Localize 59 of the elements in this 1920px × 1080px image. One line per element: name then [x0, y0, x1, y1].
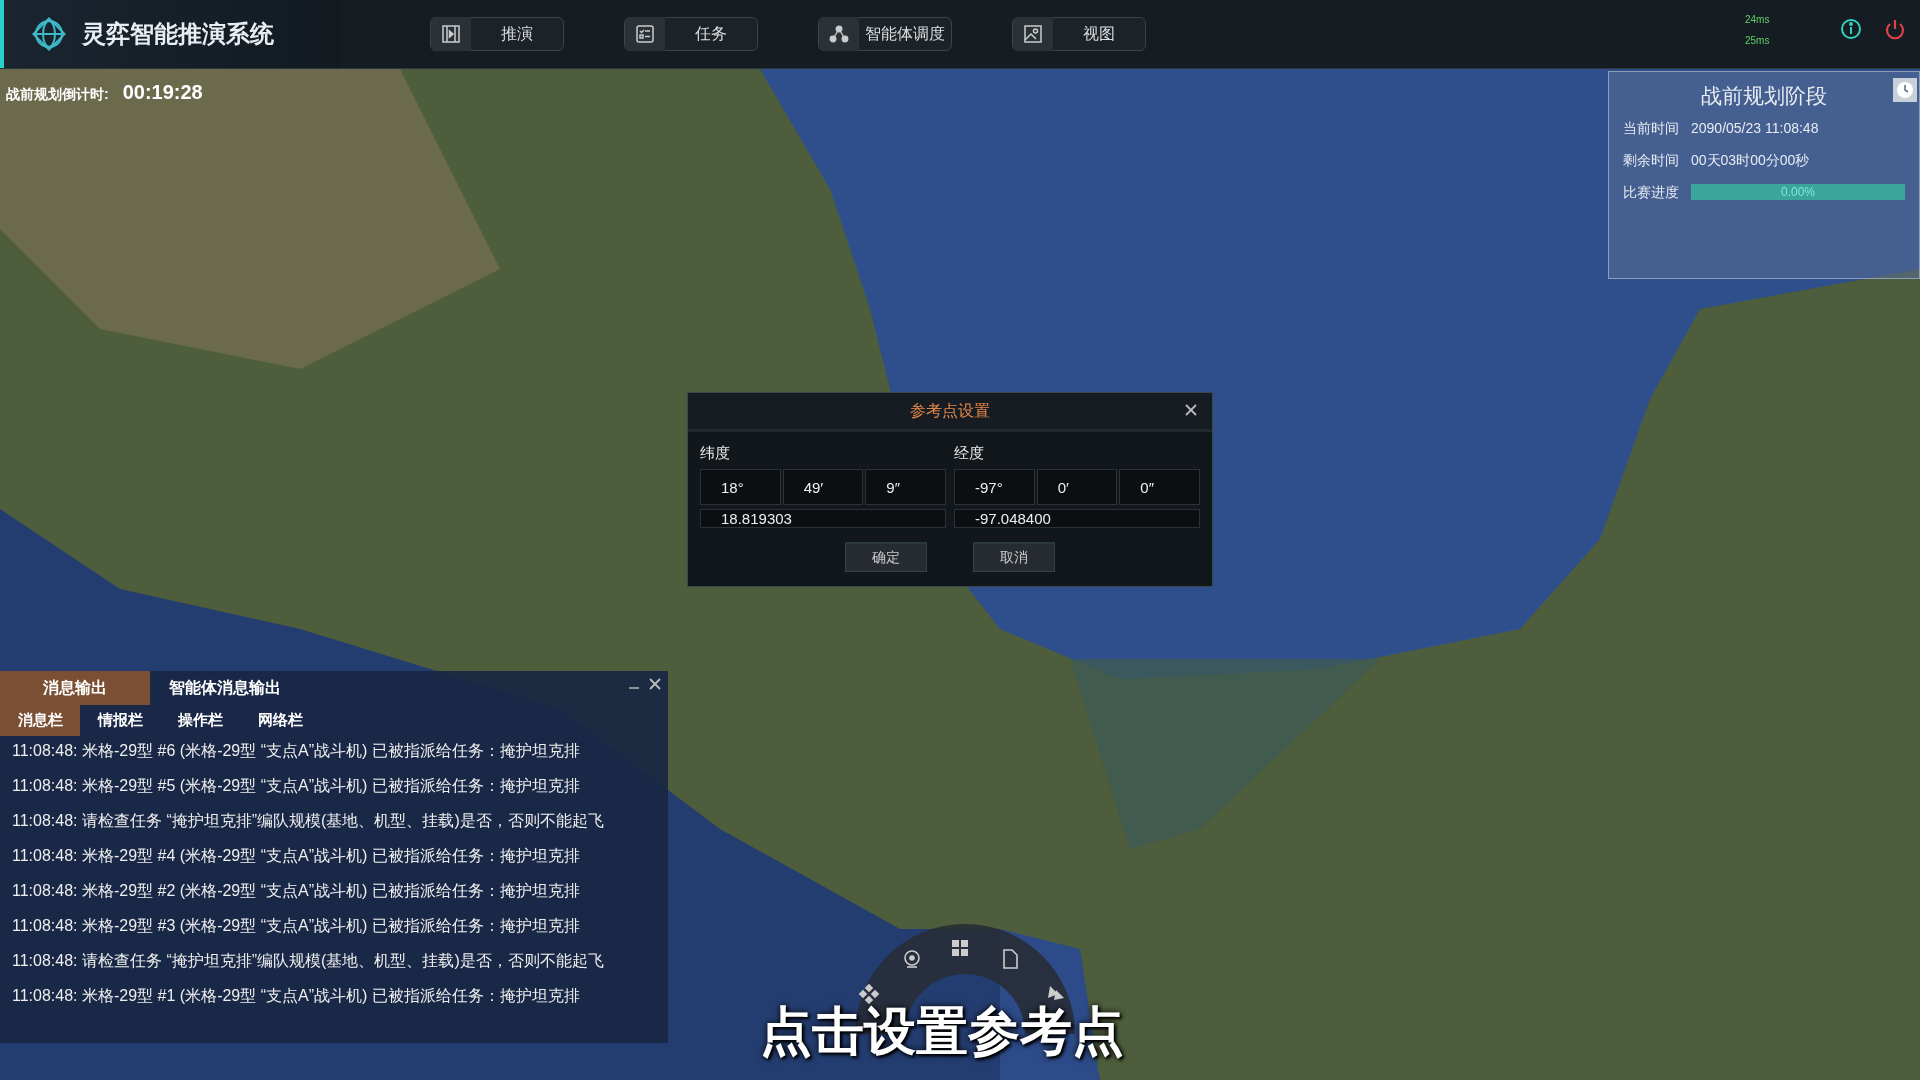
picture-icon	[1023, 24, 1043, 44]
target-icon[interactable]	[904, 950, 920, 968]
input-field[interactable]: 18.819303	[700, 509, 946, 528]
globe-logo-icon	[30, 15, 68, 53]
log-message: 11:08:48: 米格-29型 #5 (米格-29型 “支点A”战斗机) 已被指派给任务：掩护坦克排	[12, 776, 581, 796]
info-label: 当前时间	[1623, 120, 1679, 138]
nav-button[interactable]: 视图	[1012, 17, 1146, 51]
sub-tab[interactable]: 消息栏	[0, 705, 80, 736]
sub-tab[interactable]: 操作栏	[160, 705, 240, 736]
sub-tab[interactable]: 情报栏	[80, 705, 160, 736]
input-field[interactable]: 9″	[865, 469, 946, 505]
close-icon[interactable]	[648, 677, 662, 691]
countdown-label: 战前规划倒计时:	[6, 86, 109, 104]
countdown-timer: 00:19:28	[122, 81, 203, 104]
power-icon[interactable]	[1884, 18, 1906, 40]
info-value: 2090/05/23 11:08:48	[1691, 120, 1819, 138]
info-icon[interactable]	[1840, 18, 1862, 40]
log-message: 11:08:48: 米格-29型 #1 (米格-29型 “支点A”战斗机) 已被指派给任务：掩护坦克排	[12, 986, 581, 1006]
info-value: 00天03时00分00秒	[1691, 152, 1810, 170]
panel-tab[interactable]: 消息输出	[0, 671, 150, 705]
grid-icon[interactable]	[952, 940, 968, 956]
log-message: 11:08:48: 米格-29型 #6 (米格-29型 “支点A”战斗机) 已被指派给任务：掩护坦克排	[12, 741, 581, 761]
latency-reading: 25ms	[1745, 35, 1770, 46]
input-field[interactable]: 0′	[1036, 469, 1118, 505]
clock-icon	[1896, 81, 1914, 99]
input-field[interactable]: 49′	[782, 469, 864, 505]
fast-forward-icon[interactable]	[1048, 986, 1064, 1000]
film-icon	[441, 24, 461, 44]
panel-title: 战前规划阶段	[1700, 83, 1828, 109]
progress-label: 比赛进度	[1623, 184, 1679, 202]
dialog-button[interactable]: 取消	[973, 542, 1055, 572]
nav-button[interactable]: 推演	[430, 17, 564, 51]
input-field[interactable]: -97.048400	[954, 509, 1200, 528]
input-field[interactable]: 0″	[1119, 469, 1200, 505]
document-icon[interactable]	[1003, 949, 1018, 969]
nodes-icon	[829, 24, 849, 44]
panel-tab[interactable]: 智能体消息输出	[150, 671, 300, 705]
dialog-title: 参考点设置	[910, 400, 990, 421]
nav-button[interactable]: 任务	[624, 17, 758, 51]
sub-tab[interactable]: 网络栏	[240, 705, 320, 736]
dialog-button[interactable]: 确定	[845, 542, 927, 572]
close-icon[interactable]	[1184, 403, 1198, 417]
log-message: 11:08:48: 请检查任务 “掩护坦克排”编队规模(基地、机型、挂载)是否，否则不能起飞	[12, 951, 605, 971]
app-title: 灵弈智能推演系统	[82, 19, 274, 49]
info-label: 剩余时间	[1623, 152, 1679, 170]
checklist-icon	[635, 24, 655, 44]
coordinate-label: 经度	[954, 444, 985, 463]
progress-reading: 0.00%	[1780, 184, 1816, 200]
coordinate-label: 纬度	[700, 444, 731, 463]
log-message: 11:08:48: 请检查任务 “掩护坦克排”编队规模(基地、机型、挂载)是否，否则不能起飞	[12, 811, 605, 831]
input-field[interactable]: 18°	[700, 469, 781, 505]
log-message: 11:08:48: 米格-29型 #4 (米格-29型 “支点A”战斗机) 已被指派给任务：掩护坦克排	[12, 846, 581, 866]
input-field[interactable]: -97°	[954, 469, 1035, 505]
video-subtitle: 点击设置参考点	[760, 1001, 1124, 1062]
nav-button[interactable]: 智能体调度	[818, 17, 952, 51]
log-message: 11:08:48: 米格-29型 #3 (米格-29型 “支点A”战斗机) 已被指派给任务：掩护坦克排	[12, 916, 581, 936]
clock-button[interactable]	[1893, 78, 1917, 102]
log-message: 11:08:48: 米格-29型 #2 (米格-29型 “支点A”战斗机) 已被指派给任务：掩护坦克排	[12, 881, 581, 901]
latency-reading: 24ms	[1745, 14, 1770, 25]
